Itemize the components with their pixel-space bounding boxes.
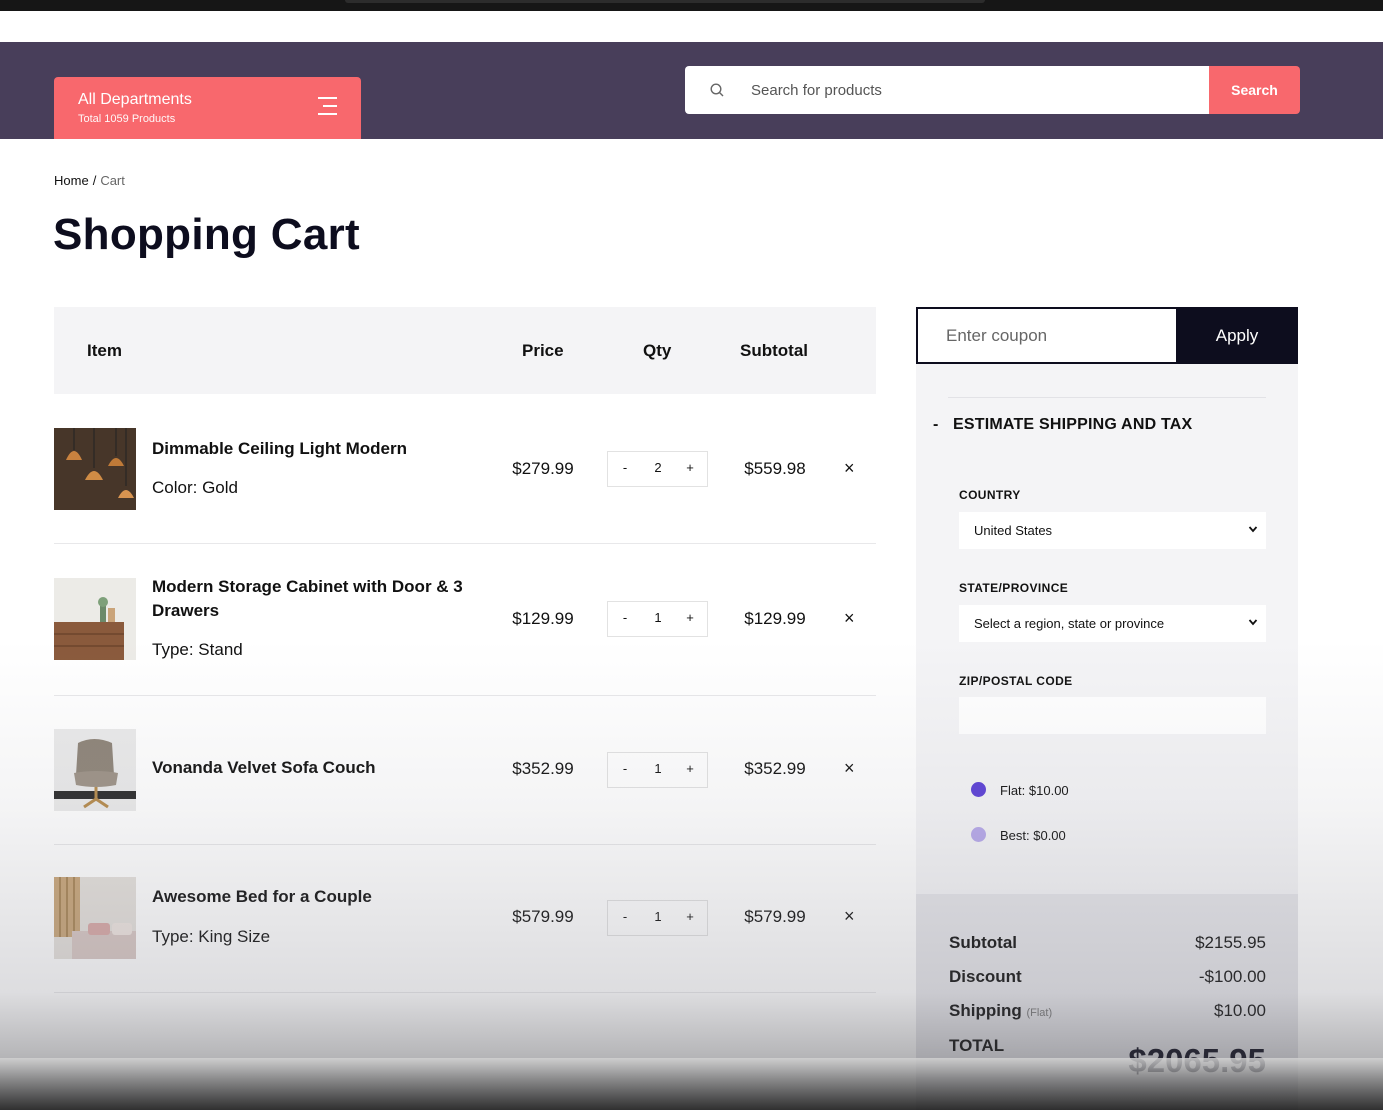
departments-product-count: Total 1059 Products [78,113,176,125]
qty-decrease-button[interactable]: - [615,610,635,625]
column-header-subtotal: Subtotal [740,341,808,360]
product-name[interactable]: Vonanda Velvet Sofa Couch [152,756,472,780]
zip-input[interactable] [959,697,1266,734]
shipping-estimator: - ESTIMATE SHIPPING AND TAX COUNTRY Unite… [916,364,1298,894]
remove-item-button[interactable]: × [844,758,855,779]
qty-decrease-button[interactable]: - [615,909,635,924]
cart-row: Modern Storage Cabinet with Door & 3 Dra… [54,544,876,696]
product-name[interactable]: Awesome Bed for a Couple [152,885,472,909]
qty-decrease-button[interactable]: - [615,460,635,475]
column-header-qty: Qty [643,341,672,360]
remove-item-button[interactable]: × [844,906,855,927]
shipping-option-label: Best: $0.00 [1000,828,1066,843]
shipping-label: Shipping [949,1001,1022,1020]
column-header-price: Price [522,341,564,360]
subtotal-label: Subtotal [949,933,1017,952]
coupon-input[interactable] [918,309,1176,362]
cart-row: Dimmable Ceiling Light Modern Color: Gol… [54,394,876,544]
product-variant: Type: Stand [152,640,243,659]
apply-coupon-button[interactable]: Apply [1176,307,1298,364]
top-gap [0,11,1383,42]
subtotal-value: $2155.95 [1195,933,1266,952]
breadcrumb-separator: / [92,173,97,188]
qty-increase-button[interactable]: + [680,460,700,475]
chevron-down-icon [1248,526,1258,533]
quantity-stepper: - 1 + [607,752,708,788]
discount-value: -$100.00 [1198,967,1266,986]
shipping-label-group: Shipping (Flat) [949,1001,1052,1021]
product-variant: Color: Gold [152,478,238,497]
qty-decrease-button[interactable]: - [615,761,635,776]
quantity-stepper: - 1 + [607,601,708,637]
shipping-option-label: Flat: $10.00 [1000,783,1069,798]
row-subtotal: $129.99 [744,609,806,628]
cart-row: Vonanda Velvet Sofa Couch $352.99 - 1 + … [54,696,876,845]
state-select[interactable]: Select a region, state or province [959,605,1266,642]
chevron-down-icon [1248,619,1258,626]
product-price: $579.99 [512,907,574,926]
product-image-sofa-chair[interactable] [54,729,136,811]
search-box [685,66,1209,114]
coupon-form: Apply [916,307,1298,364]
cart-row: Awesome Bed for a Couple Type: King Size… [54,845,876,993]
menu-icon [318,97,337,115]
product-name[interactable]: Dimmable Ceiling Light Modern [152,437,472,461]
remove-item-button[interactable]: × [844,608,855,629]
page-title: Shopping Cart [53,210,360,259]
estimate-shipping-title: ESTIMATE SHIPPING AND TAX [953,416,1193,433]
product-price: $129.99 [512,609,574,628]
country-select[interactable]: United States [959,512,1266,549]
qty-increase-button[interactable]: + [680,909,700,924]
product-price: $279.99 [512,459,574,478]
product-name[interactable]: Modern Storage Cabinet with Door & 3 Dra… [152,575,472,623]
all-departments-button[interactable]: All Departments Total 1059 Products [54,77,361,139]
collapse-icon: - [933,416,939,433]
address-bar-edge [345,0,985,3]
breadcrumb-current: Cart [100,173,125,188]
order-totals: Subtotal $2155.95 Discount -$100.00 Ship… [916,894,1298,1110]
country-select-value: United States [974,523,1053,538]
product-image-ceiling-light[interactable] [54,428,136,510]
country-label: COUNTRY [959,488,1021,502]
quantity-stepper: - 1 + [607,900,708,936]
divider [948,397,1266,398]
total-label: TOTAL [949,1036,1005,1055]
qty-increase-button[interactable]: + [680,610,700,625]
product-variant: Type: King Size [152,927,271,946]
zip-label: ZIP/POSTAL CODE [959,674,1073,688]
discount-label: Discount [949,967,1022,986]
state-select-value: Select a region, state or province [974,616,1165,631]
quantity-stepper: - 2 + [607,451,708,487]
remove-item-button[interactable]: × [844,458,855,479]
qty-value[interactable]: 1 [645,761,671,776]
estimate-shipping-toggle[interactable]: - ESTIMATE SHIPPING AND TAX [933,416,1192,434]
shipping-value: $10.00 [1214,1001,1266,1020]
breadcrumb: Home / Cart [54,173,125,188]
search-icon [710,83,724,97]
breadcrumb-home-link[interactable]: Home [54,173,89,188]
row-subtotal: $579.99 [744,907,806,926]
product-price: $352.99 [512,759,574,778]
row-subtotal: $559.98 [744,459,806,478]
product-image-storage-cabinet[interactable] [54,578,136,660]
browser-top-strip [0,0,1383,11]
column-header-item: Item [87,341,122,360]
grand-total-value: $2065.95 [1128,1042,1266,1079]
qty-value[interactable]: 1 [645,909,671,924]
shipping-method: (Flat) [1026,1007,1053,1019]
radio-unselected-icon [971,827,986,842]
row-subtotal: $352.99 [744,759,806,778]
cart-table-header: Item Price Qty Subtotal [54,307,876,394]
qty-value[interactable]: 2 [645,460,671,475]
qty-value[interactable]: 1 [645,610,671,625]
qty-increase-button[interactable]: + [680,761,700,776]
search-button[interactable]: Search [1209,66,1300,114]
departments-title: All Departments [78,91,192,108]
product-image-bed[interactable] [54,877,136,959]
site-header: All Departments Total 1059 Products Sear… [0,42,1383,139]
search-input[interactable] [751,66,1191,114]
state-label: STATE/PROVINCE [959,581,1069,595]
radio-selected-icon [971,782,986,797]
